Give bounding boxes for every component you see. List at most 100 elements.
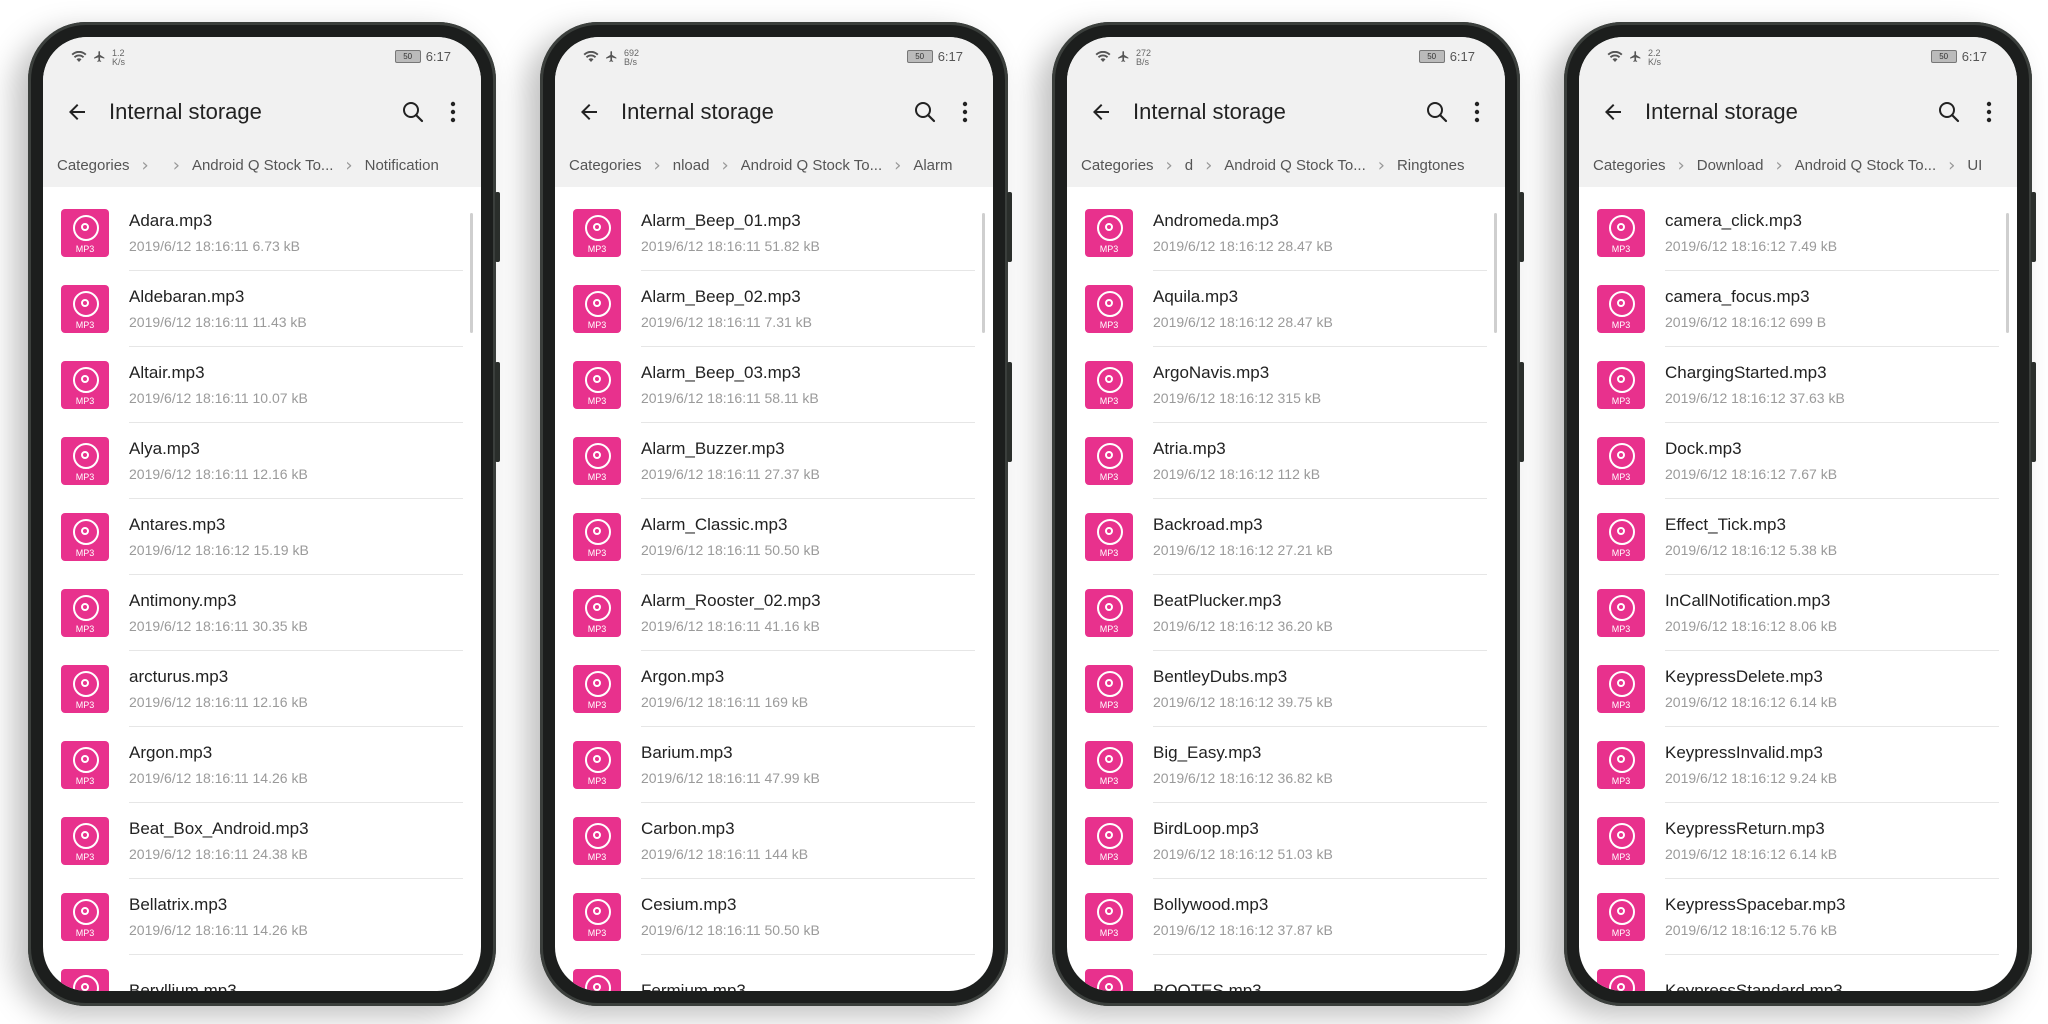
list-item[interactable]: MP3 Antimony.mp3 2019/6/12 18:16:11 30.35 …	[43, 575, 481, 651]
back-button[interactable]	[57, 92, 97, 132]
list-item[interactable]: MP3 Altair.mp3 2019/6/12 18:16:11 10.07 kB	[43, 347, 481, 423]
list-item[interactable]: MP3 KeypressDelete.mp3 2019/6/12 18:16:12 …	[1579, 651, 2017, 727]
file-name: Antares.mp3	[129, 515, 226, 534]
breadcrumb-item[interactable]: Categories	[1081, 157, 1154, 174]
back-button[interactable]	[1593, 92, 1633, 132]
file-meta: Alarm_Beep_02.mp3 2019/6/12 18:16:11 7.31…	[641, 286, 812, 332]
power-button	[1007, 362, 1012, 462]
search-button[interactable]	[905, 92, 945, 132]
list-item[interactable]: MP3 camera_click.mp3 2019/6/12 18:16:12 7.…	[1579, 195, 2017, 271]
list-item[interactable]: MP3 Argon.mp3 2019/6/12 18:16:11 14.26 kB	[43, 727, 481, 803]
list-item[interactable]: MP3 BOOTES.mp3	[1067, 955, 1505, 991]
list-item[interactable]: MP3 BeatPlucker.mp3 2019/6/12 18:16:12 36.…	[1067, 575, 1505, 651]
file-meta: Antares.mp3 2019/6/12 18:16:12 15.19 kB	[129, 514, 309, 560]
list-item[interactable]: MP3 KeypressSpacebar.mp3 2019/6/12 18:16:1…	[1579, 879, 2017, 955]
list-item[interactable]: MP3 InCallNotification.mp3 2019/6/12 18:16…	[1579, 575, 2017, 651]
list-item[interactable]: MP3 ChargingStarted.mp3 2019/6/12 18:16:12…	[1579, 347, 2017, 423]
list-item[interactable]: MP3 Dock.mp3 2019/6/12 18:16:12 7.67 kB	[1579, 423, 2017, 499]
list-item[interactable]: MP3 Big_Easy.mp3 2019/6/12 18:16:12 36.82 …	[1067, 727, 1505, 803]
file-meta: Alarm_Beep_01.mp3 2019/6/12 18:16:11 51.8…	[641, 210, 820, 256]
back-button[interactable]	[1081, 92, 1121, 132]
network-speed: 692 B/s	[624, 49, 639, 67]
list-item[interactable]: MP3 Fermium.mp3	[555, 955, 993, 991]
file-type-label: MP3	[587, 548, 607, 558]
phone-screen: 692 B/s 50 6:17 Internal storage Categor…	[555, 37, 993, 991]
list-item[interactable]: MP3 Cesium.mp3 2019/6/12 18:16:11 50.50 kB	[555, 879, 993, 955]
breadcrumb-item[interactable]: Android Q Stock To...	[741, 157, 882, 174]
file-info: 2019/6/12 18:16:11 12.16 kB	[129, 694, 308, 710]
more-options-button[interactable]	[1969, 92, 2009, 132]
list-item[interactable]: MP3 Beryllium.mp3	[43, 955, 481, 991]
file-meta: Alarm_Beep_03.mp3 2019/6/12 18:16:11 58.1…	[641, 362, 819, 408]
breadcrumb-item[interactable]: d	[1185, 157, 1193, 174]
more-options-button[interactable]	[945, 92, 985, 132]
list-item[interactable]: MP3 Alarm_Beep_02.mp3 2019/6/12 18:16:11 7…	[555, 271, 993, 347]
list-item[interactable]: MP3 Antares.mp3 2019/6/12 18:16:12 15.19 k…	[43, 499, 481, 575]
file-info: 2019/6/12 18:16:12 7.67 kB	[1665, 466, 1838, 482]
list-item[interactable]: MP3 Alarm_Buzzer.mp3 2019/6/12 18:16:11 27…	[555, 423, 993, 499]
list-item[interactable]: MP3 arcturus.mp3 2019/6/12 18:16:11 12.16 …	[43, 651, 481, 727]
list-item[interactable]: MP3 Backroad.mp3 2019/6/12 18:16:12 27.21 …	[1067, 499, 1505, 575]
list-item[interactable]: MP3 KeypressInvalid.mp3 2019/6/12 18:16:12…	[1579, 727, 2017, 803]
scrollbar[interactable]	[1494, 213, 1497, 333]
search-button[interactable]	[393, 92, 433, 132]
file-type-label: MP3	[587, 852, 607, 862]
list-item[interactable]: MP3 Beat_Box_Android.mp3 2019/6/12 18:16:1…	[43, 803, 481, 879]
list-item[interactable]: MP3 Aldebaran.mp3 2019/6/12 18:16:11 11.43…	[43, 271, 481, 347]
breadcrumb-item[interactable]: Android Q Stock To...	[1795, 157, 1936, 174]
list-item[interactable]: MP3 Aquila.mp3 2019/6/12 18:16:12 28.47 kB	[1067, 271, 1505, 347]
breadcrumb-item[interactable]: Categories	[57, 157, 130, 174]
list-item[interactable]: MP3 Carbon.mp3 2019/6/12 18:16:11 144 kB	[555, 803, 993, 879]
disc-shape	[73, 595, 99, 621]
list-item[interactable]: MP3 BentleyDubs.mp3 2019/6/12 18:16:12 39.…	[1067, 651, 1505, 727]
breadcrumb-item[interactable]: Categories	[569, 157, 642, 174]
file-type-label: MP3	[587, 928, 607, 938]
list-item[interactable]: MP3 Adara.mp3 2019/6/12 18:16:11 6.73 kB	[43, 195, 481, 271]
music-note-icon: MP3	[573, 665, 621, 713]
list-item[interactable]: MP3 Alya.mp3 2019/6/12 18:16:11 12.16 kB	[43, 423, 481, 499]
list-item[interactable]: MP3 Andromeda.mp3 2019/6/12 18:16:12 28.47…	[1067, 195, 1505, 271]
scrollbar[interactable]	[982, 213, 985, 333]
disc-shape	[1097, 595, 1123, 621]
breadcrumb-item[interactable]: Notification	[365, 157, 439, 174]
file-info: 2019/6/12 18:16:12 51.03 kB	[1153, 846, 1333, 862]
list-item[interactable]: MP3 Effect_Tick.mp3 2019/6/12 18:16:12 5.3…	[1579, 499, 2017, 575]
breadcrumb-item[interactable]: Categories	[1593, 157, 1666, 174]
more-options-button[interactable]	[1457, 92, 1497, 132]
list-item[interactable]: MP3 Argon.mp3 2019/6/12 18:16:11 169 kB	[555, 651, 993, 727]
file-type-label: MP3	[1611, 472, 1631, 482]
music-note-icon: MP3	[1597, 209, 1645, 257]
music-note-icon: MP3	[61, 285, 109, 333]
breadcrumb-item[interactable]: Download	[1697, 157, 1764, 174]
list-item[interactable]: MP3 Alarm_Rooster_02.mp3 2019/6/12 18:16:1…	[555, 575, 993, 651]
list-item[interactable]: MP3 Bollywood.mp3 2019/6/12 18:16:12 37.87…	[1067, 879, 1505, 955]
list-item[interactable]: MP3 Alarm_Classic.mp3 2019/6/12 18:16:11 5…	[555, 499, 993, 575]
more-options-button[interactable]	[433, 92, 473, 132]
search-button[interactable]	[1417, 92, 1457, 132]
list-item[interactable]: MP3 Alarm_Beep_01.mp3 2019/6/12 18:16:11 5…	[555, 195, 993, 271]
list-item[interactable]: MP3 BirdLoop.mp3 2019/6/12 18:16:12 51.03 …	[1067, 803, 1505, 879]
list-item[interactable]: MP3 Alarm_Beep_03.mp3 2019/6/12 18:16:11 5…	[555, 347, 993, 423]
list-item[interactable]: MP3 Bellatrix.mp3 2019/6/12 18:16:11 14.26…	[43, 879, 481, 955]
search-button[interactable]	[1929, 92, 1969, 132]
breadcrumb-item[interactable]: Ringtones	[1397, 157, 1465, 174]
scrollbar[interactable]	[2006, 213, 2009, 333]
list-item[interactable]: MP3 KeypressStandard.mp3	[1579, 955, 2017, 991]
breadcrumb-item[interactable]: UI	[1967, 157, 1982, 174]
list-item[interactable]: MP3 KeypressReturn.mp3 2019/6/12 18:16:12 …	[1579, 803, 2017, 879]
list-item[interactable]: MP3 ArgoNavis.mp3 2019/6/12 18:16:12 315 k…	[1067, 347, 1505, 423]
file-meta: Aldebaran.mp3 2019/6/12 18:16:11 11.43 kB	[129, 286, 307, 332]
file-meta: Argon.mp3 2019/6/12 18:16:11 14.26 kB	[129, 742, 308, 788]
list-item[interactable]: MP3 camera_focus.mp3 2019/6/12 18:16:12 69…	[1579, 271, 2017, 347]
breadcrumb-item[interactable]: Android Q Stock To...	[192, 157, 333, 174]
file-meta: ChargingStarted.mp3 2019/6/12 18:16:12 37…	[1665, 362, 1845, 408]
file-type-label: MP3	[587, 700, 607, 710]
breadcrumb-item[interactable]: Android Q Stock To...	[1224, 157, 1365, 174]
list-item[interactable]: MP3 Barium.mp3 2019/6/12 18:16:11 47.99 kB	[555, 727, 993, 803]
list-item[interactable]: MP3 Atria.mp3 2019/6/12 18:16:12 112 kB	[1067, 423, 1505, 499]
back-button[interactable]	[569, 92, 609, 132]
scrollbar[interactable]	[470, 213, 473, 333]
disc-shape	[1097, 291, 1123, 317]
breadcrumb-item[interactable]: Alarm	[913, 157, 952, 174]
breadcrumb-item[interactable]: nload	[673, 157, 710, 174]
